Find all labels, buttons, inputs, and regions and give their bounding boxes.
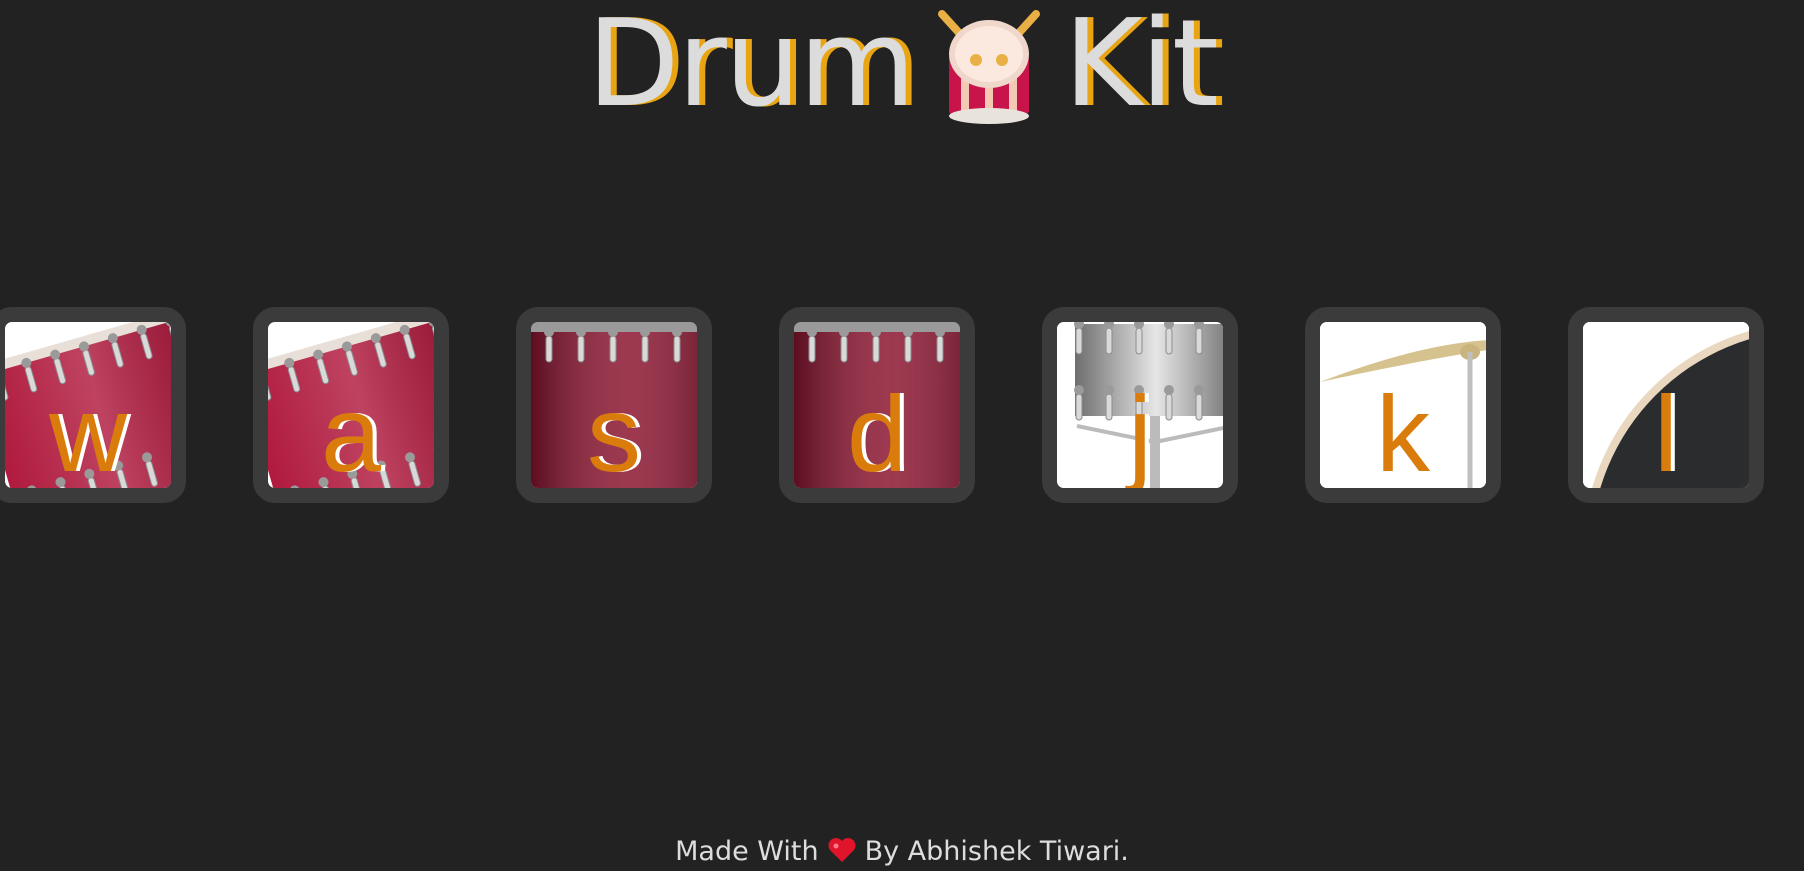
drum-button-set: wasdjkl bbox=[0, 307, 1804, 533]
title-word-drum: Drum bbox=[587, 0, 916, 134]
footer-credit: Made With By Abhishek Tiwari. bbox=[0, 832, 1804, 871]
title-word-kit: Kit bbox=[1063, 0, 1219, 134]
drum-button-s[interactable]: s bbox=[516, 307, 712, 503]
drum-key-label: s bbox=[587, 373, 641, 494]
footer-made-with: Made With bbox=[675, 836, 819, 867]
drum-key-label: k bbox=[1376, 373, 1430, 494]
drum-key-label: a bbox=[320, 373, 382, 494]
drum-with-sticks-icon bbox=[934, 6, 1044, 124]
drum-button-l[interactable]: l bbox=[1568, 307, 1764, 503]
page-title: Drum Kit bbox=[0, 0, 1804, 130]
drum-key-label: j bbox=[1128, 373, 1152, 494]
drum-kit-page: Drum Kit w a s d j k l Made With By Abhishek Ti… bbox=[0, 0, 1804, 871]
heart-icon bbox=[827, 835, 857, 862]
drum-button-d[interactable]: d bbox=[779, 307, 975, 503]
drum-button-w[interactable]: w bbox=[0, 307, 186, 503]
drum-key-label: d bbox=[846, 373, 908, 494]
footer-author: By Abhishek Tiwari. bbox=[864, 836, 1129, 867]
drum-button-j[interactable]: j bbox=[1042, 307, 1238, 503]
drum-button-a[interactable]: a bbox=[253, 307, 449, 503]
drum-key-label: w bbox=[49, 373, 127, 494]
drum-button-k[interactable]: k bbox=[1305, 307, 1501, 503]
drum-key-label: l bbox=[1654, 373, 1678, 494]
